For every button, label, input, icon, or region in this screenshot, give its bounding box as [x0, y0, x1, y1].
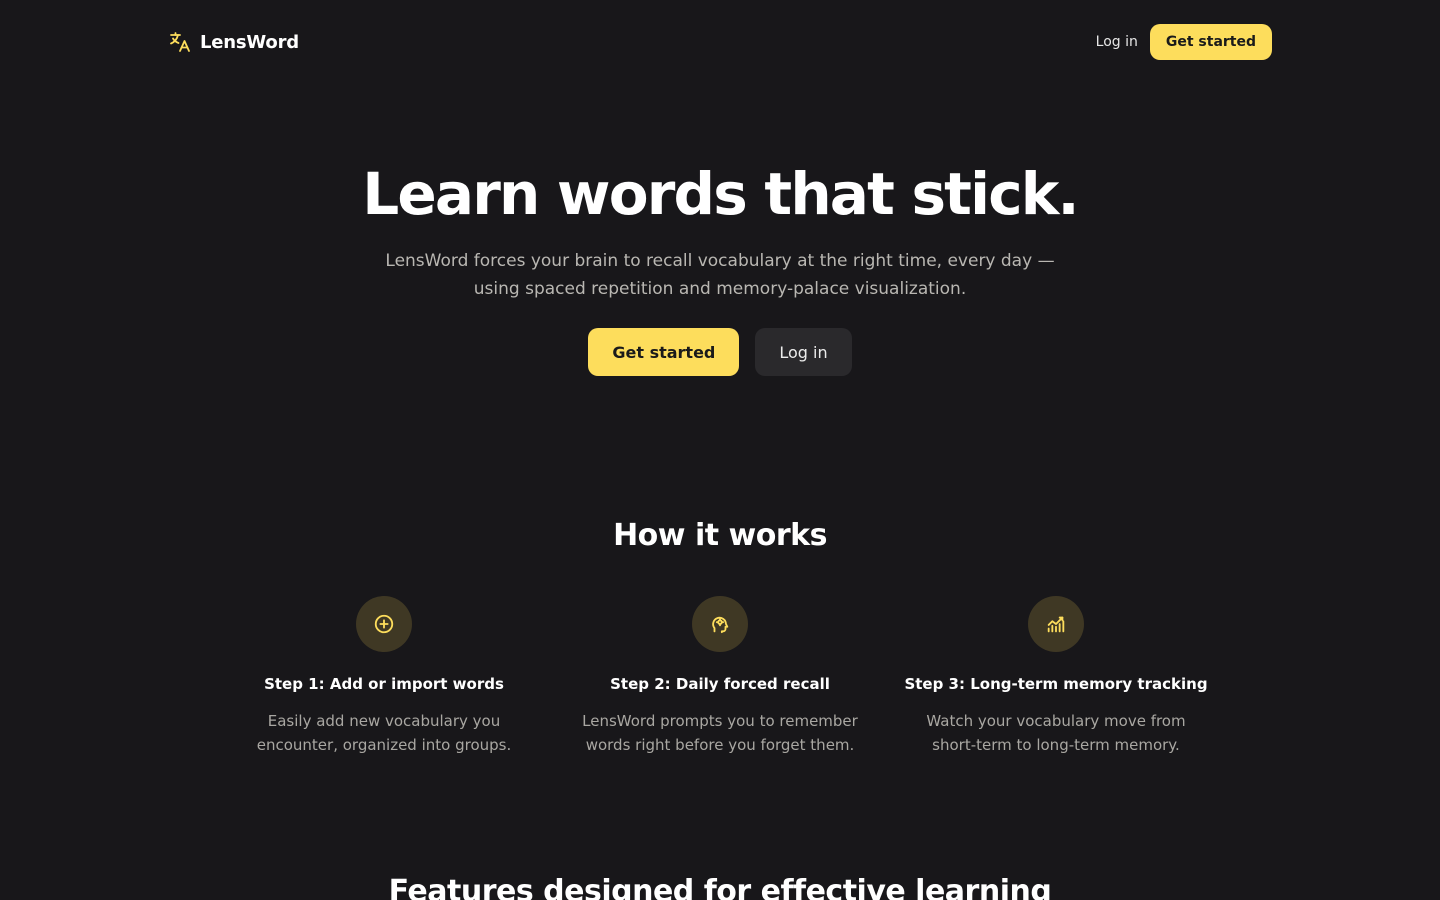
plus-circle-icon [356, 596, 412, 652]
how-it-works-title: How it works [613, 518, 827, 553]
brand[interactable]: LensWord [168, 30, 299, 54]
hero-subtitle-line2: using spaced repetition and memory-palac… [473, 279, 967, 299]
step-description-line1: LensWord prompts you to remember [582, 712, 858, 730]
header-login-button[interactable]: Log in [1096, 26, 1138, 58]
hero-get-started-button[interactable]: Get started [588, 328, 740, 376]
chart-growth-icon [1028, 596, 1084, 652]
hero-login-button[interactable]: Log in [755, 328, 852, 376]
header-actions: Log in Get started [1096, 24, 1272, 60]
hero-subtitle: LensWord forces your brain to recall voc… [320, 247, 1120, 303]
step-description-line2: words right before you forget them. [585, 736, 855, 754]
steps-list: Step 1: Add or import words Easily add n… [216, 596, 1224, 757]
translate-icon [168, 30, 192, 54]
step-description-line2: short-term to long-term memory. [932, 736, 1180, 754]
brain-head-icon [692, 596, 748, 652]
step-description-line1: Watch your vocabulary move from [926, 712, 1186, 730]
step-description-line1: Easily add new vocabulary you [267, 712, 501, 730]
step-description: Easily add new vocabulary you encounter,… [234, 709, 534, 757]
step-daily-recall: Step 2: Daily forced recall LensWord pro… [552, 596, 888, 757]
step-description: Watch your vocabulary move from short-te… [906, 709, 1206, 757]
step-description-line2: encounter, organized into groups. [256, 736, 512, 754]
hero-title: Learn words that stick. [362, 160, 1079, 228]
hero-actions: Get started Log in [0, 328, 1440, 376]
brand-name: LensWord [200, 31, 299, 53]
step-title: Step 3: Long-term memory tracking [904, 675, 1208, 693]
landing-page: LensWord Log in Get started Learn words … [0, 0, 1440, 900]
hero-subtitle-line1: LensWord forces your brain to recall voc… [385, 251, 1055, 271]
step-title: Step 2: Daily forced recall [610, 675, 830, 693]
step-add-words: Step 1: Add or import words Easily add n… [216, 596, 552, 757]
step-memory-tracking: Step 3: Long-term memory tracking Watch … [888, 596, 1224, 757]
site-header: LensWord Log in Get started [0, 0, 1440, 84]
features-title: Features designed for effective learning [388, 874, 1052, 900]
step-description: LensWord prompts you to remember words r… [570, 709, 870, 757]
header-get-started-button[interactable]: Get started [1149, 24, 1272, 60]
step-title: Step 1: Add or import words [264, 675, 504, 693]
